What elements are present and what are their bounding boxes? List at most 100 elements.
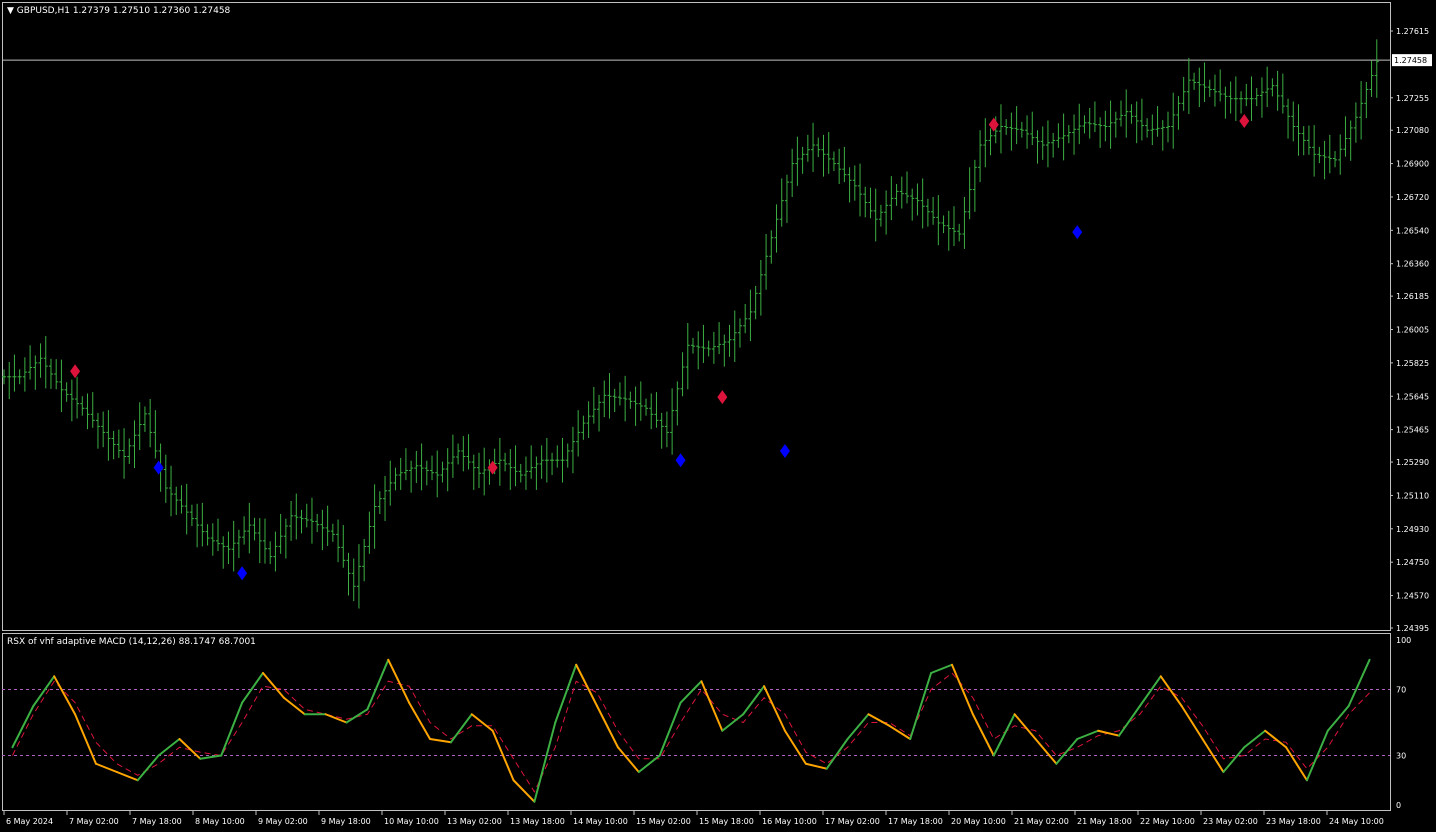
- time-axis-label: 7 May 02:00: [69, 817, 119, 826]
- rsx-line-segment: [596, 705, 619, 749]
- time-axis-label: 17 May 02:00: [825, 817, 880, 826]
- sell-signal-marker: [717, 390, 728, 405]
- rsx-line-segment: [533, 721, 557, 803]
- time-axis-label: 13 May 18:00: [510, 817, 565, 826]
- time-axis-label: 23 May 02:00: [1203, 817, 1258, 826]
- rsx-line-segment: [700, 680, 724, 732]
- time-axis-label: 15 May 02:00: [636, 817, 691, 826]
- rsx-line-segment: [1159, 675, 1183, 707]
- current-price-label: 1.27458: [1394, 56, 1427, 65]
- price-axis-label: 1.27255: [1396, 94, 1429, 103]
- rsx-line-segment: [554, 663, 578, 724]
- price-axis-label: 1.27080: [1396, 126, 1429, 135]
- time-axis-label: 7 May 18:00: [132, 817, 182, 826]
- time-axis-label: 21 May 02:00: [1014, 817, 1069, 826]
- indicator-axis-label: 70: [1396, 686, 1406, 695]
- rsx-line-segment: [32, 675, 56, 707]
- rsx-line-segment: [94, 762, 118, 773]
- price-axis-label: 1.24930: [1396, 525, 1429, 534]
- rsx-line-segment: [1055, 738, 1079, 765]
- rsx-line-segment: [261, 672, 285, 699]
- indicator-axis-label: 0: [1396, 801, 1401, 810]
- rsx-line-segment: [783, 729, 807, 765]
- rsx-line-segment: [867, 713, 891, 727]
- rsx-line-segment: [53, 675, 77, 716]
- time-axis-label: 21 May 18:00: [1077, 817, 1132, 826]
- rsx-line-segment: [387, 658, 411, 704]
- price-axis-label: 1.26185: [1396, 292, 1429, 301]
- time-axis-label: 15 May 18:00: [699, 817, 754, 826]
- rsx-line-segment: [721, 713, 745, 732]
- time-axis-label: 22 May 10:00: [1140, 817, 1195, 826]
- rsx-line-segment: [1118, 705, 1141, 737]
- rsx-line-segment: [408, 701, 432, 740]
- rsx-line-segment: [11, 705, 35, 749]
- rsx-line-segment: [679, 680, 703, 704]
- rsx-line-segment: [512, 779, 536, 803]
- time-axis-label: 17 May 18:00: [888, 817, 943, 826]
- price-axis-label: 1.24570: [1396, 592, 1429, 601]
- buy-signal-marker: [237, 566, 248, 581]
- rsx-line-segment: [199, 754, 223, 760]
- rsx-line-segment: [1222, 746, 1246, 773]
- indicator-axis-label: 30: [1396, 752, 1406, 761]
- buy-signal-marker: [675, 453, 686, 468]
- rsx-line-segment: [470, 713, 494, 732]
- rsx-line-segment: [1180, 705, 1204, 740]
- rsx-line-segment: [1285, 746, 1308, 782]
- time-axis-label: 6 May 2024: [6, 817, 53, 826]
- time-axis-label: 24 May 10:00: [1329, 817, 1384, 826]
- time-axis-label: 9 May 18:00: [321, 817, 371, 826]
- sell-signal-marker: [70, 364, 81, 379]
- rsx-line-segment: [971, 713, 995, 757]
- rsx-line-segment: [742, 685, 766, 716]
- rsx-line-segment: [637, 754, 661, 773]
- price-axis-label: 1.25645: [1396, 392, 1429, 401]
- price-axis-label: 1.25825: [1396, 359, 1429, 368]
- time-axis-label: 20 May 10:00: [951, 817, 1006, 826]
- rsx-line-segment: [992, 713, 1016, 757]
- price-axis-label: 1.27615: [1396, 27, 1429, 36]
- time-axis-label: 8 May 10:00: [195, 817, 245, 826]
- rsx-line-segment: [825, 738, 849, 770]
- rsx-line-segment: [366, 658, 390, 711]
- price-axis-label: 1.26005: [1396, 326, 1429, 335]
- rsx-line-segment: [324, 713, 348, 724]
- rsx-line-segment: [157, 738, 181, 757]
- time-axis-label: 23 May 18:00: [1266, 817, 1321, 826]
- rsx-line-segment: [220, 701, 244, 757]
- rsx-line-segment: [616, 746, 640, 773]
- rsx-line-segment: [1076, 729, 1100, 740]
- price-axis-label: 1.26360: [1396, 260, 1429, 269]
- time-axis-label: 9 May 02:00: [258, 817, 308, 826]
- rsx-line-segment: [763, 685, 786, 732]
- price-axis-label: 1.24395: [1396, 624, 1429, 633]
- chart-overlay: 1.27615 1.27255 1.27080 1.26900 1.26720 1.265…: [2, 27, 1432, 826]
- rsx-line-segment: [1013, 713, 1037, 740]
- price-axis-label: 1.25290: [1396, 458, 1429, 467]
- price-axis-label: 1.25465: [1396, 426, 1429, 435]
- price-axis-label: 1.26900: [1396, 160, 1429, 169]
- rsx-line-segment: [930, 663, 953, 674]
- rsx-line-segment: [888, 724, 912, 740]
- rsx-line-segment: [658, 701, 682, 757]
- buy-signal-marker: [1072, 225, 1083, 240]
- time-axis-label: 13 May 02:00: [447, 817, 502, 826]
- time-axis-label: 14 May 10:00: [573, 817, 628, 826]
- rsx-line-segment: [241, 672, 264, 704]
- price-axis-label: 1.25110: [1396, 491, 1429, 500]
- buy-signal-marker: [779, 443, 790, 458]
- rsx-line-segment: [429, 738, 452, 744]
- rsx-line-segment: [909, 672, 933, 740]
- rsx-line-segment: [804, 762, 828, 770]
- rsx-line-segment: [1347, 658, 1371, 707]
- price-axis-label: 1.26720: [1396, 193, 1429, 202]
- price-axis-label: 1.26540: [1396, 226, 1429, 235]
- rsx-line-segment: [575, 663, 599, 707]
- rsx-line-segment: [74, 713, 97, 765]
- rsx-line-segment: [345, 708, 369, 724]
- indicator-axis-label: 100: [1396, 636, 1411, 645]
- rsx-line-segment: [1243, 729, 1267, 749]
- time-axis-label: 16 May 10:00: [762, 817, 817, 826]
- rsx-line-segment: [136, 754, 160, 782]
